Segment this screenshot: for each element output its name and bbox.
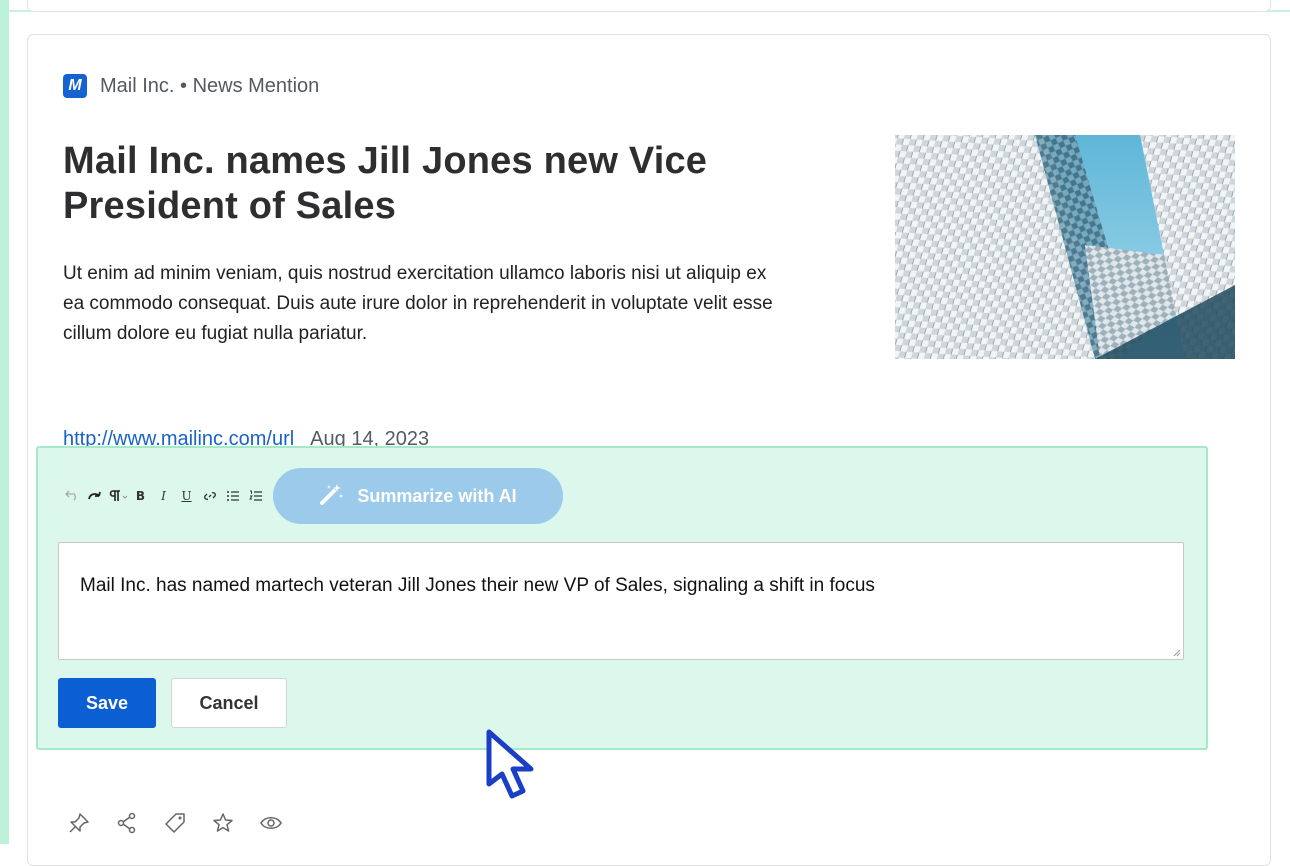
tag-icon[interactable] <box>160 808 190 838</box>
resize-handle-icon[interactable] <box>1173 649 1181 657</box>
editor-toolbar: B I U Summarize with AI <box>60 468 563 524</box>
underline-icon[interactable]: U <box>175 485 198 507</box>
share-icon[interactable] <box>112 808 142 838</box>
star-icon[interactable] <box>208 808 238 838</box>
save-button[interactable]: Save <box>58 678 156 728</box>
article-image <box>895 135 1235 359</box>
side-accent-strip <box>0 0 9 844</box>
undo-icon[interactable] <box>60 485 83 507</box>
article-headline: Mail Inc. names Jill Jones new Vice Pres… <box>63 140 708 227</box>
bold-icon[interactable]: B <box>129 485 152 507</box>
card-actions <box>64 808 286 838</box>
summary-text: Mail Inc. has named martech veteran Jill… <box>80 575 875 596</box>
summary-textarea[interactable]: Mail Inc. has named martech veteran Jill… <box>58 542 1184 660</box>
cancel-button[interactable]: Cancel <box>171 678 287 728</box>
bullet-list-icon[interactable] <box>221 485 244 507</box>
previous-card <box>27 0 1271 12</box>
mail-inc-logo-icon: M <box>63 74 87 98</box>
summarize-ai-button[interactable]: Summarize with AI <box>273 468 563 524</box>
italic-icon[interactable]: I <box>152 485 175 507</box>
link-icon[interactable] <box>198 485 221 507</box>
summary-editor: B I U Summarize with AI Mail Inc. has na… <box>36 446 1208 750</box>
source-text: Mail Inc. • News Mention <box>100 74 320 97</box>
paragraph-icon[interactable] <box>106 485 129 507</box>
pin-icon[interactable] <box>64 808 94 838</box>
magic-wand-icon <box>319 482 345 511</box>
article-body: Ut enim ad minim veniam, quis nostrud ex… <box>63 263 773 344</box>
numbered-list-icon[interactable] <box>244 485 267 507</box>
redo-icon[interactable] <box>83 485 106 507</box>
summarize-ai-label: Summarize with AI <box>357 485 517 506</box>
mouse-cursor-icon <box>485 728 547 807</box>
eye-icon[interactable] <box>256 808 286 838</box>
source-line: M Mail Inc. • News Mention <box>63 73 319 99</box>
